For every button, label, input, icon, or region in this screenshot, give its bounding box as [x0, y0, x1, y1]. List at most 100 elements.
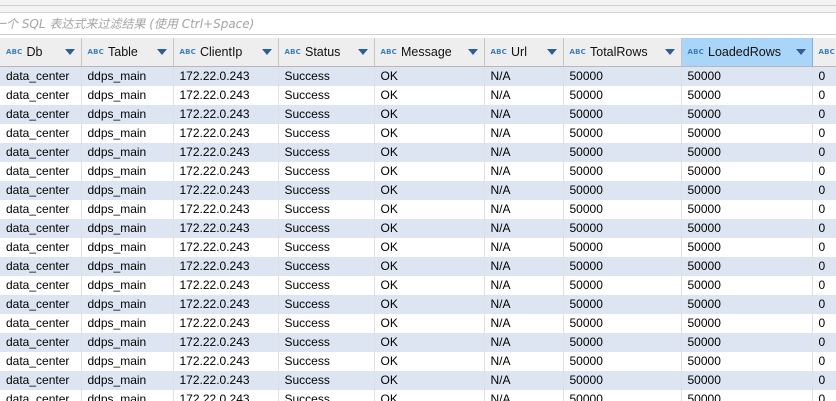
- table-cell[interactable]: Success: [278, 162, 375, 181]
- table-cell[interactable]: 172.22.0.243: [173, 352, 279, 371]
- table-cell[interactable]: 50000: [681, 200, 813, 219]
- sort-dropdown-arrow-icon[interactable]: [261, 49, 272, 55]
- table-cell[interactable]: data_center: [0, 257, 82, 276]
- table-cell[interactable]: ddps_main: [81, 219, 174, 238]
- table-cell[interactable]: OK: [374, 352, 485, 371]
- table-cell[interactable]: 50000: [681, 162, 813, 181]
- table-cell[interactable]: OK: [374, 105, 485, 124]
- table-cell[interactable]: data_center: [0, 352, 82, 371]
- table-cell[interactable]: 50000: [681, 295, 813, 314]
- table-row[interactable]: data_center ddps_main 172.22.0.243 Success O…: [0, 257, 836, 276]
- table-cell[interactable]: 172.22.0.243: [173, 371, 279, 390]
- table-cell[interactable]: N/A: [484, 162, 564, 181]
- table-cell[interactable]: N/A: [484, 181, 564, 200]
- column-header-status[interactable]: ABC Status: [278, 38, 375, 67]
- table-cell[interactable]: OK: [374, 257, 485, 276]
- column-header-table[interactable]: ABC Table: [81, 38, 174, 67]
- table-cell[interactable]: Success: [278, 295, 375, 314]
- table-cell[interactable]: 0: [812, 124, 836, 143]
- table-cell[interactable]: Success: [278, 124, 375, 143]
- table-cell[interactable]: 0: [812, 314, 836, 333]
- table-cell[interactable]: ddps_main: [81, 276, 174, 295]
- table-cell[interactable]: 0: [812, 295, 836, 314]
- table-cell[interactable]: 50000: [563, 219, 682, 238]
- table-cell[interactable]: ddps_main: [81, 257, 174, 276]
- sort-dropdown-arrow-icon[interactable]: [357, 49, 368, 55]
- table-cell[interactable]: OK: [374, 333, 485, 352]
- table-cell[interactable]: 50000: [563, 105, 682, 124]
- table-cell[interactable]: OK: [374, 66, 485, 86]
- table-cell[interactable]: 0: [812, 352, 836, 371]
- column-header-loadedrows[interactable]: ABC LoadedRows: [681, 38, 813, 67]
- table-cell[interactable]: Success: [278, 333, 375, 352]
- table-cell[interactable]: 50000: [563, 66, 682, 86]
- table-cell[interactable]: OK: [374, 200, 485, 219]
- table-cell[interactable]: data_center: [0, 390, 82, 401]
- table-cell[interactable]: N/A: [484, 352, 564, 371]
- table-cell[interactable]: ddps_main: [81, 124, 174, 143]
- table-cell[interactable]: 50000: [563, 181, 682, 200]
- column-header-message[interactable]: ABC Message: [374, 38, 485, 67]
- table-cell[interactable]: 172.22.0.243: [173, 162, 279, 181]
- table-cell[interactable]: 50000: [563, 143, 682, 162]
- table-cell[interactable]: Success: [278, 219, 375, 238]
- table-cell[interactable]: Success: [278, 257, 375, 276]
- table-row[interactable]: data_center ddps_main 172.22.0.243 Success O…: [0, 333, 836, 352]
- table-cell[interactable]: N/A: [484, 276, 564, 295]
- table-cell[interactable]: 50000: [681, 105, 813, 124]
- column-header-url[interactable]: ABC Url: [484, 38, 564, 67]
- table-row[interactable]: data_center ddps_main 172.22.0.243 Success O…: [0, 200, 836, 219]
- table-cell[interactable]: 172.22.0.243: [173, 295, 279, 314]
- table-row[interactable]: data_center ddps_main 172.22.0.243 Success O…: [0, 162, 836, 181]
- table-cell[interactable]: data_center: [0, 143, 82, 162]
- column-header-clientip[interactable]: ABC ClientIp: [173, 38, 279, 67]
- table-row[interactable]: data_center ddps_main 172.22.0.243 Success O…: [0, 181, 836, 200]
- sort-dropdown-arrow-icon[interactable]: [795, 49, 806, 55]
- table-cell[interactable]: 0: [812, 66, 836, 86]
- table-cell[interactable]: N/A: [484, 371, 564, 390]
- sort-dropdown-arrow-icon[interactable]: [467, 49, 478, 55]
- table-cell[interactable]: 0: [812, 333, 836, 352]
- table-cell[interactable]: Success: [278, 86, 375, 105]
- table-cell[interactable]: 50000: [681, 276, 813, 295]
- table-cell[interactable]: N/A: [484, 143, 564, 162]
- table-cell[interactable]: OK: [374, 86, 485, 105]
- table-row[interactable]: data_center ddps_main 172.22.0.243 Success O…: [0, 314, 836, 333]
- table-cell[interactable]: data_center: [0, 371, 82, 390]
- table-cell[interactable]: 172.22.0.243: [173, 257, 279, 276]
- table-cell[interactable]: data_center: [0, 238, 82, 257]
- table-cell[interactable]: OK: [374, 371, 485, 390]
- table-cell[interactable]: 0: [812, 257, 836, 276]
- table-cell[interactable]: 50000: [563, 86, 682, 105]
- table-cell[interactable]: 0: [812, 371, 836, 390]
- sort-dropdown-arrow-icon[interactable]: [156, 49, 167, 55]
- table-cell[interactable]: OK: [374, 162, 485, 181]
- table-cell[interactable]: ddps_main: [81, 352, 174, 371]
- table-row[interactable]: data_center ddps_main 172.22.0.243 Success O…: [0, 124, 836, 143]
- table-cell[interactable]: 50000: [681, 86, 813, 105]
- table-cell[interactable]: 50000: [681, 66, 813, 86]
- table-cell[interactable]: ddps_main: [81, 66, 174, 86]
- table-cell[interactable]: 172.22.0.243: [173, 66, 279, 86]
- filter-input[interactable]: [0, 13, 830, 34]
- table-cell[interactable]: ddps_main: [81, 143, 174, 162]
- table-cell[interactable]: N/A: [484, 314, 564, 333]
- table-cell[interactable]: data_center: [0, 276, 82, 295]
- table-cell[interactable]: OK: [374, 276, 485, 295]
- table-cell[interactable]: 172.22.0.243: [173, 238, 279, 257]
- table-cell[interactable]: N/A: [484, 257, 564, 276]
- table-cell[interactable]: 172.22.0.243: [173, 276, 279, 295]
- table-cell[interactable]: 50000: [563, 371, 682, 390]
- table-cell[interactable]: N/A: [484, 333, 564, 352]
- table-row[interactable]: data_center ddps_main 172.22.0.243 Success O…: [0, 238, 836, 257]
- table-cell[interactable]: 50000: [563, 276, 682, 295]
- table-cell[interactable]: 0: [812, 219, 836, 238]
- table-cell[interactable]: 0: [812, 181, 836, 200]
- table-cell[interactable]: 0: [812, 276, 836, 295]
- table-cell[interactable]: 50000: [681, 219, 813, 238]
- sort-dropdown-arrow-icon[interactable]: [664, 49, 675, 55]
- table-cell[interactable]: 172.22.0.243: [173, 333, 279, 352]
- column-header-db[interactable]: ABC Db: [0, 38, 82, 67]
- table-cell[interactable]: 50000: [681, 390, 813, 401]
- table-cell[interactable]: Success: [278, 200, 375, 219]
